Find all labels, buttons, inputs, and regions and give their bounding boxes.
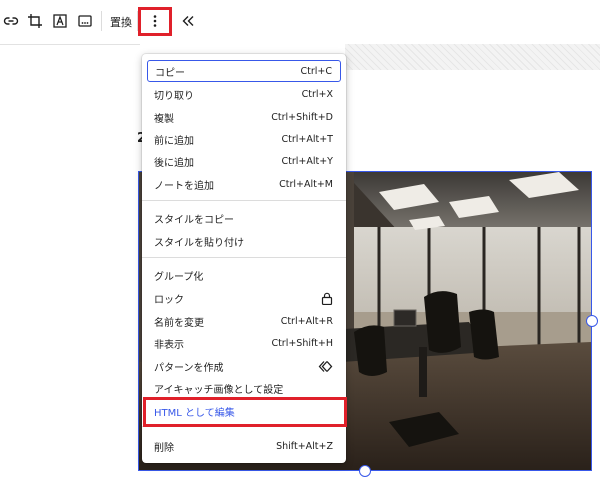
menu-item-delete[interactable]: 削除 Shift+Alt+Z	[147, 435, 341, 457]
menu-item-label: パターンを作成	[154, 362, 224, 374]
menu-item-create-pattern[interactable]: パターンを作成	[147, 355, 341, 377]
menu-item-shortcut: Ctrl+Alt+R	[280, 315, 333, 327]
menu-item-shortcut: Shift+Alt+Z	[276, 440, 333, 452]
menu-item-add-note[interactable]: ノートを追加 Ctrl+Alt+M	[147, 173, 341, 195]
menu-divider	[142, 200, 346, 201]
resize-handle-bottom[interactable]	[359, 465, 371, 477]
chevrons-left-icon	[182, 16, 194, 26]
replace-button[interactable]: 置換	[110, 14, 132, 30]
crop-button[interactable]	[24, 10, 46, 32]
menu-item-shortcut: Ctrl+Alt+Y	[281, 155, 334, 167]
block-toolbar: 置換	[0, 0, 600, 44]
menu-item-label: アイキャッチ画像として設定	[154, 384, 284, 396]
menu-item-label: 複製	[154, 113, 174, 125]
menu-item-label: ノートを追加	[154, 180, 214, 192]
menu-item-label: スタイルを貼り付け	[154, 237, 244, 249]
menu-item-copy-styles[interactable]: スタイルをコピー	[147, 207, 341, 229]
menu-item-cut[interactable]: 切り取り Ctrl+X	[147, 83, 341, 105]
menu-divider	[142, 257, 346, 258]
menu-item-shortcut: Ctrl+Shift+H	[271, 337, 333, 349]
crop-icon	[28, 14, 42, 28]
edit-as-html-highlight	[143, 397, 347, 427]
menu-item-set-featured-image[interactable]: アイキャッチ画像として設定	[147, 377, 341, 399]
divider	[0, 44, 140, 45]
link-icon	[3, 17, 19, 25]
toolbar-divider	[101, 11, 102, 31]
menu-item-rename[interactable]: 名前を変更 Ctrl+Alt+R	[147, 310, 341, 332]
resize-handle-right[interactable]	[586, 315, 598, 327]
menu-item-shortcut: Ctrl+Alt+T	[281, 133, 334, 145]
menu-item-shortcut: Ctrl+X	[301, 88, 333, 100]
menu-item-shortcut: Ctrl+C	[300, 65, 333, 77]
menu-item-paste-styles[interactable]: スタイルを貼り付け	[147, 230, 341, 252]
menu-item-label: 前に追加	[154, 135, 194, 147]
collapse-toolbar-button[interactable]	[177, 10, 199, 32]
text-overlay-button[interactable]	[49, 10, 71, 32]
text-overlay-icon	[53, 14, 67, 28]
alt-text-icon	[78, 15, 92, 27]
link-button[interactable]	[0, 10, 22, 32]
menu-item-shortcut: Ctrl+Alt+M	[279, 178, 333, 190]
menu-item-duplicate[interactable]: 複製 Ctrl+Shift+D	[147, 106, 341, 128]
menu-item-label: グループ化	[154, 271, 204, 283]
menu-item-copy[interactable]: コピー Ctrl+C	[147, 60, 341, 82]
menu-item-label: ロック	[154, 294, 184, 306]
placeholder-pattern	[345, 44, 600, 70]
menu-item-hide[interactable]: 非表示 Ctrl+Shift+H	[147, 332, 341, 354]
alt-text-button[interactable]	[74, 10, 96, 32]
options-highlight	[138, 7, 172, 36]
lock-icon	[321, 292, 333, 305]
menu-item-label: 非表示	[154, 339, 184, 351]
symbol-icon	[318, 360, 333, 372]
menu-item-label: 切り取り	[154, 90, 194, 102]
menu-item-label: 名前を変更	[154, 317, 204, 329]
menu-item-label: 後に追加	[154, 157, 194, 169]
menu-item-group[interactable]: グループ化	[147, 264, 341, 286]
menu-item-label: スタイルをコピー	[154, 214, 234, 226]
menu-item-label: コピー	[155, 67, 185, 79]
menu-item-insert-before[interactable]: 前に追加 Ctrl+Alt+T	[147, 128, 341, 150]
menu-item-shortcut: Ctrl+Shift+D	[271, 111, 333, 123]
menu-item-label: 削除	[154, 442, 174, 454]
menu-item-insert-after[interactable]: 後に追加 Ctrl+Alt+Y	[147, 150, 341, 172]
menu-item-lock[interactable]: ロック	[147, 287, 341, 309]
